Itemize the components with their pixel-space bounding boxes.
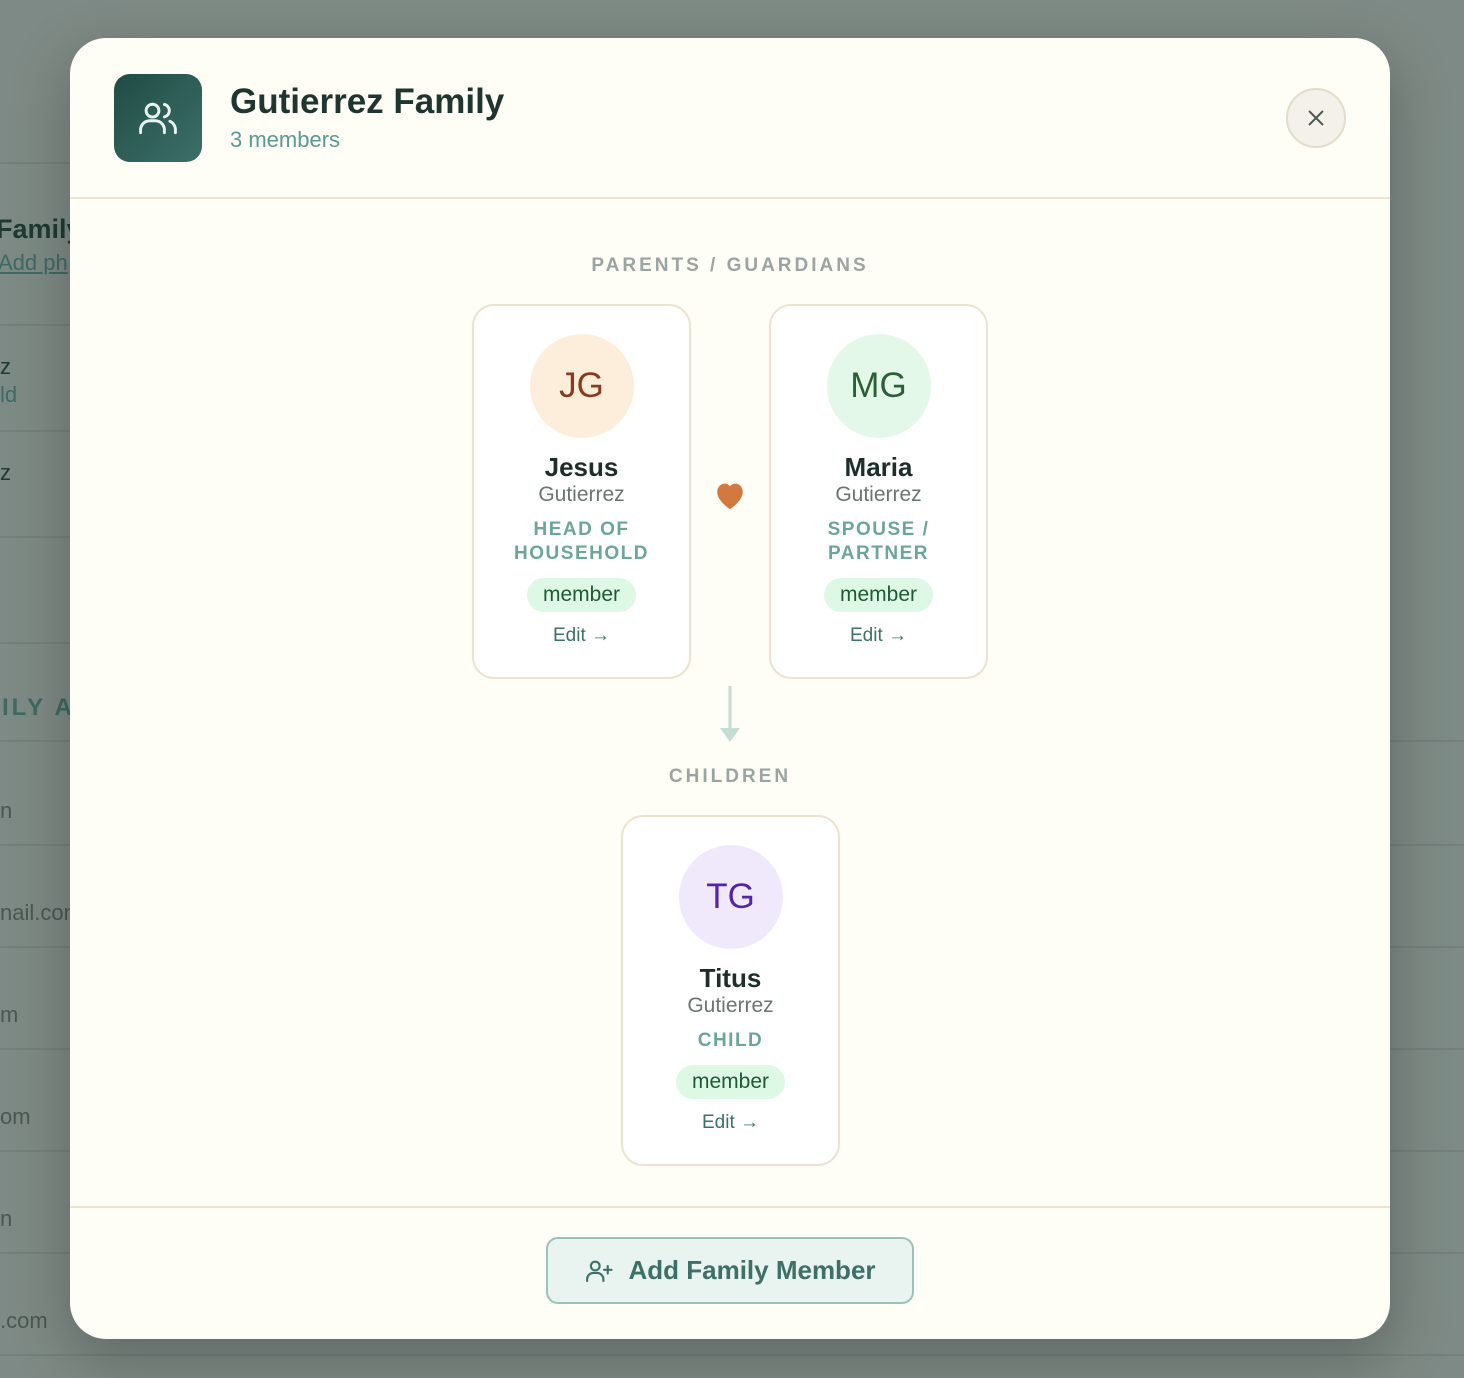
divider xyxy=(0,324,70,326)
bg-add-photo-link: Add ph xyxy=(0,250,68,275)
close-button[interactable] xyxy=(1286,88,1346,148)
divider xyxy=(0,536,70,538)
bg-list-item: m xyxy=(0,1002,19,1027)
section-label-children: CHILDREN xyxy=(668,766,792,787)
close-icon xyxy=(1308,110,1324,126)
add-family-member-label: Add Family Member xyxy=(628,1255,876,1285)
bg-section-heading: ILY A xyxy=(2,694,75,721)
divider xyxy=(0,162,70,164)
edit-member-link[interactable]: Edit → xyxy=(474,624,689,648)
member-first-name: Jesus xyxy=(544,452,619,482)
divider xyxy=(0,430,70,432)
bg-row-name: z xyxy=(0,354,11,379)
member-role: SPOUSE / PARTNER xyxy=(827,519,930,564)
bg-list-item: om xyxy=(0,1104,31,1129)
bg-list-item: n xyxy=(0,798,13,823)
page-title: Gutierrez Family xyxy=(230,82,505,121)
edit-member-link[interactable]: Edit → xyxy=(623,1111,838,1135)
member-last-name: Gutierrez xyxy=(835,483,922,506)
bg-row-name: z xyxy=(0,460,11,485)
family-modal: Gutierrez Family 3 members PARENTS / GUA… xyxy=(70,38,1390,1339)
member-card: MG Maria Gutierrez SPOUSE / PARTNER memb… xyxy=(769,304,988,679)
add-family-member-button[interactable]: Add Family Member xyxy=(546,1237,914,1304)
member-card: JG Jesus Gutierrez HEAD OF HOUSEHOLD mem… xyxy=(472,304,691,679)
family-tree: PARENTS / GUARDIANS JG Jesus Gutierrez H… xyxy=(70,199,1390,1206)
member-count: 3 members xyxy=(230,127,341,152)
member-role: CHILD xyxy=(697,1030,764,1051)
avatar: MG xyxy=(826,334,931,438)
user-plus-icon xyxy=(586,1260,614,1282)
member-first-name: Maria xyxy=(844,452,913,482)
bg-list-item: .com xyxy=(0,1308,48,1333)
edit-member-link[interactable]: Edit → xyxy=(771,624,986,648)
member-last-name: Gutierrez xyxy=(538,483,625,506)
avatar: JG xyxy=(529,334,634,438)
modal-header: Gutierrez Family 3 members xyxy=(70,38,1390,199)
status-badge: member xyxy=(675,1065,786,1099)
status-badge: member xyxy=(526,578,637,612)
modal-footer: Add Family Member xyxy=(70,1206,1390,1339)
member-role: HEAD OF HOUSEHOLD xyxy=(514,519,649,564)
section-label-parents: PARENTS / GUARDIANS xyxy=(591,255,869,276)
divider xyxy=(0,1354,1464,1356)
divider xyxy=(0,642,70,644)
member-last-name: Gutierrez xyxy=(687,994,774,1017)
member-first-name: Titus xyxy=(699,963,762,993)
member-card: TG Titus Gutierrez CHILD member Edit → xyxy=(621,815,840,1166)
arrow-down-icon xyxy=(720,686,740,742)
bg-list-item: n xyxy=(0,1206,13,1231)
status-badge: member xyxy=(823,578,934,612)
avatar: TG xyxy=(678,845,783,949)
users-icon xyxy=(114,74,202,162)
heart-icon xyxy=(717,483,743,510)
bg-row-role: ld xyxy=(0,382,18,407)
